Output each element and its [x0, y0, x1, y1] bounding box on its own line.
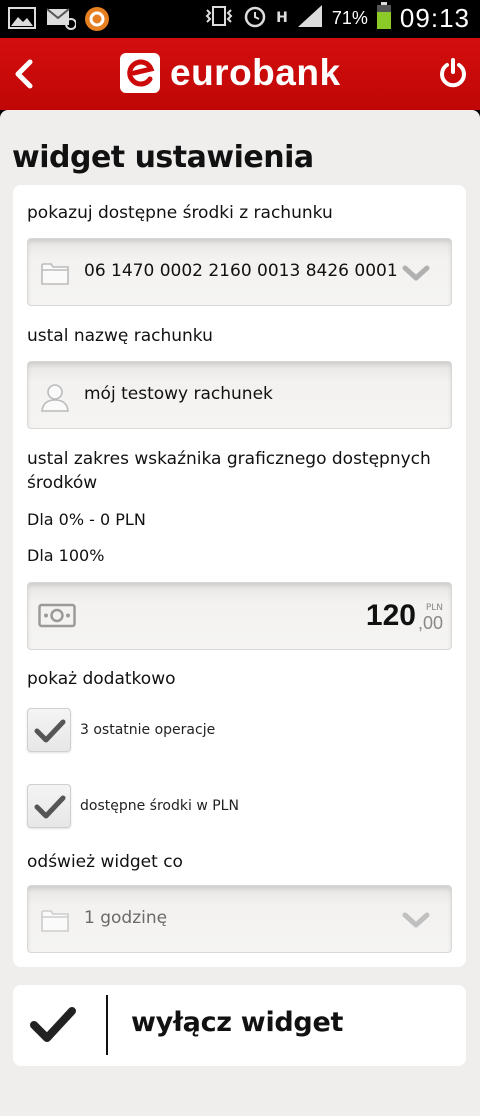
power-icon: [440, 58, 466, 88]
account-select[interactable]: 06 1470 0002 2160 0013 8426 0001: [27, 238, 452, 306]
name-label: ustal nazwę rachunku: [27, 326, 213, 346]
battery-icon: [376, 2, 392, 34]
eurobank-logo-icon: [120, 53, 160, 93]
back-button[interactable]: [10, 56, 38, 92]
settings-card: pokazuj dostępne środki z rachunku 06 14…: [13, 185, 466, 967]
email-icon: [46, 6, 77, 30]
range-min-text: Dla 0% - 0 PLN: [27, 510, 146, 529]
checkmark-icon: [29, 1003, 77, 1047]
amount-display: 120 PLN ,00: [366, 599, 443, 633]
range-label: ustal zakres wskaźnika graficznego dostę…: [27, 449, 431, 493]
logout-button[interactable]: [438, 58, 468, 88]
account-name-input[interactable]: mój testowy rachunek: [27, 361, 452, 429]
folder-icon: [40, 259, 70, 287]
page-title: widget ustawienia: [12, 140, 314, 175]
refresh-label: odśwież widget co: [27, 852, 183, 872]
account-label: pokazuj dostępne środki z rachunku: [27, 203, 333, 223]
content-area: widget ustawienia pokazuj dostępne środk…: [0, 110, 480, 1116]
checkbox-last-operations-label[interactable]: 3 ostatnie operacje: [80, 722, 215, 738]
refresh-interval-value: 1 godzinę: [84, 908, 168, 928]
checkbox-last-operations[interactable]: [27, 708, 71, 752]
status-bar: H 71% 09:13: [0, 0, 480, 38]
checkmark-icon: [34, 719, 66, 743]
folder-icon: [40, 906, 70, 934]
clock: 09:13: [399, 2, 470, 33]
vibrate-icon: [204, 4, 234, 32]
disable-widget-label: wyłącz widget: [131, 1007, 344, 1038]
chevron-down-icon: [401, 263, 431, 283]
checkbox-available-funds-pln[interactable]: [27, 784, 71, 828]
amount-currency: PLN: [425, 603, 443, 613]
brand-name: eurobank: [170, 52, 341, 93]
battery-percent: 71%: [331, 7, 368, 28]
checkbox-available-funds-pln-label[interactable]: dostępne środki w PLN: [80, 798, 239, 814]
chevron-left-icon: [15, 59, 33, 89]
refresh-interval-select[interactable]: 1 godzinę: [27, 885, 452, 953]
divider: [106, 995, 108, 1055]
gallery-icon: [8, 6, 36, 30]
app-header: eurobank: [0, 38, 480, 110]
extra-label: pokaż dodatkowo: [27, 669, 176, 689]
signal-icon: [296, 3, 324, 33]
range-max-text: Dla 100%: [27, 546, 105, 565]
amount-cents: ,00: [417, 613, 443, 633]
amount-input[interactable]: 120 PLN ,00: [27, 582, 452, 650]
amount-main: 120: [365, 599, 416, 632]
banknote-icon: [38, 603, 76, 631]
avast-icon: [84, 6, 112, 31]
network-type-icon: H: [276, 10, 288, 26]
account-value: 06 1470 0002 2160 0013 8426 0001: [84, 261, 398, 281]
brand-logo: eurobank: [120, 52, 341, 94]
checkmark-icon: [34, 795, 66, 819]
alarm-icon: [242, 3, 268, 33]
chevron-down-icon: [401, 910, 431, 930]
user-icon: [40, 382, 70, 412]
account-name-value: mój testowy rachunek: [84, 384, 273, 404]
disable-widget-button[interactable]: wyłącz widget: [13, 985, 466, 1066]
